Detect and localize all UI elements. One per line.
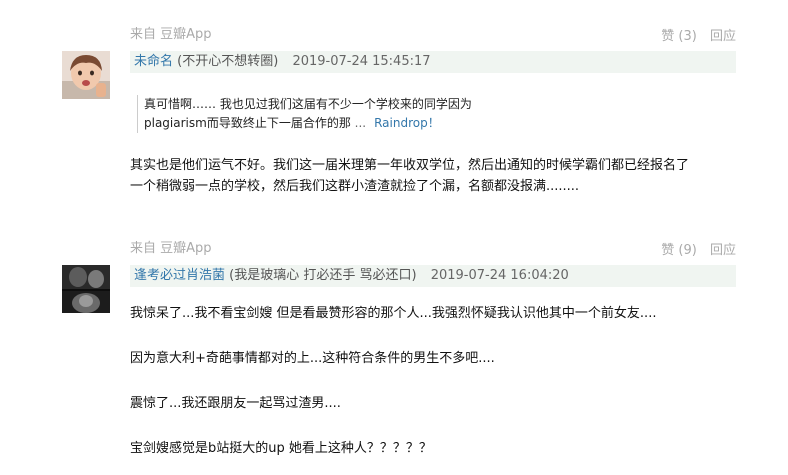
- like-button[interactable]: 赞 (9): [661, 243, 697, 258]
- comment-paragraph: 因为意大利+奇葩事情都对的上...这种符合条件的男生不多吧....: [130, 351, 495, 366]
- comment-paragraph: 宝剑嫂感觉是b站挺大的up 她看上这种人？？？？？: [130, 441, 432, 456]
- avatar-photo-icon: [62, 51, 110, 99]
- comment-paragraph: 震惊了...我还跟朋友一起骂过渣男....: [130, 396, 341, 411]
- quoted-reply: 真可惜啊…… 我也见过我们这届有不少一个学校来的同学因为 plagiarism而…: [137, 95, 734, 133]
- author-name[interactable]: 未命名: [134, 54, 173, 69]
- comment-paragraph: 一个稍微弱一点的学校，然后我们这群小渣渣就捡了个漏，名额都没报满........: [130, 179, 580, 194]
- avatar-photo-icon: [62, 265, 110, 313]
- quote-line-1: 真可惜啊…… 我也见过我们这届有不少一个学校来的同学因为: [144, 97, 472, 111]
- comment-body: 其实也是他们运气不好。我们这一届米理第一年收双学位，然后出通知的时候学霸们都已经…: [130, 155, 750, 197]
- comment-source: 来自 豆瓣App: [130, 27, 212, 42]
- comment-time: 2019-07-24 15:45:17: [292, 54, 431, 69]
- comment-header: 逢考必过肖浩菌 (我是玻璃心 打必还手 骂必还口) 2019-07-24 16:…: [130, 265, 736, 287]
- author-signature: (我是玻璃心 打必还手 骂必还口): [229, 268, 417, 283]
- avatar[interactable]: [62, 265, 110, 313]
- quote-ellipsis: ...: [354, 116, 367, 130]
- comment-time: 2019-07-24 16:04:20: [430, 268, 569, 283]
- quote-line-2: plagiarism而导致终止下一届合作的那 ... Raindrop！: [144, 114, 734, 133]
- quote-author-link[interactable]: Raindrop！: [374, 116, 440, 130]
- comment-source: 来自 豆瓣App: [130, 241, 212, 256]
- author-signature: (不开心不想转圈): [177, 54, 279, 69]
- reply-button[interactable]: 回应: [710, 243, 736, 258]
- quote-line-2-text: plagiarism而导致终止下一届合作的那: [144, 116, 351, 130]
- comment-actions: 赞 (9) 回应: [652, 239, 736, 258]
- comment-header: 未命名 (不开心不想转圈) 2019-07-24 15:45:17: [130, 51, 736, 73]
- comment-actions: 赞 (3) 回应: [652, 25, 736, 44]
- avatar[interactable]: [62, 51, 110, 99]
- comment-body: 我惊呆了...我不看宝剑嫂 但是看最赞形容的那个人...我强烈怀疑我认识他其中一…: [130, 303, 750, 459]
- comment-paragraph: 其实也是他们运气不好。我们这一届米理第一年收双学位，然后出通知的时候学霸们都已经…: [130, 158, 690, 173]
- comment-paragraph: 我惊呆了...我不看宝剑嫂 但是看最赞形容的那个人...我强烈怀疑我认识他其中一…: [130, 306, 657, 321]
- reply-button[interactable]: 回应: [710, 29, 736, 44]
- author-name[interactable]: 逢考必过肖浩菌: [134, 268, 225, 283]
- like-button[interactable]: 赞 (3): [661, 29, 697, 44]
